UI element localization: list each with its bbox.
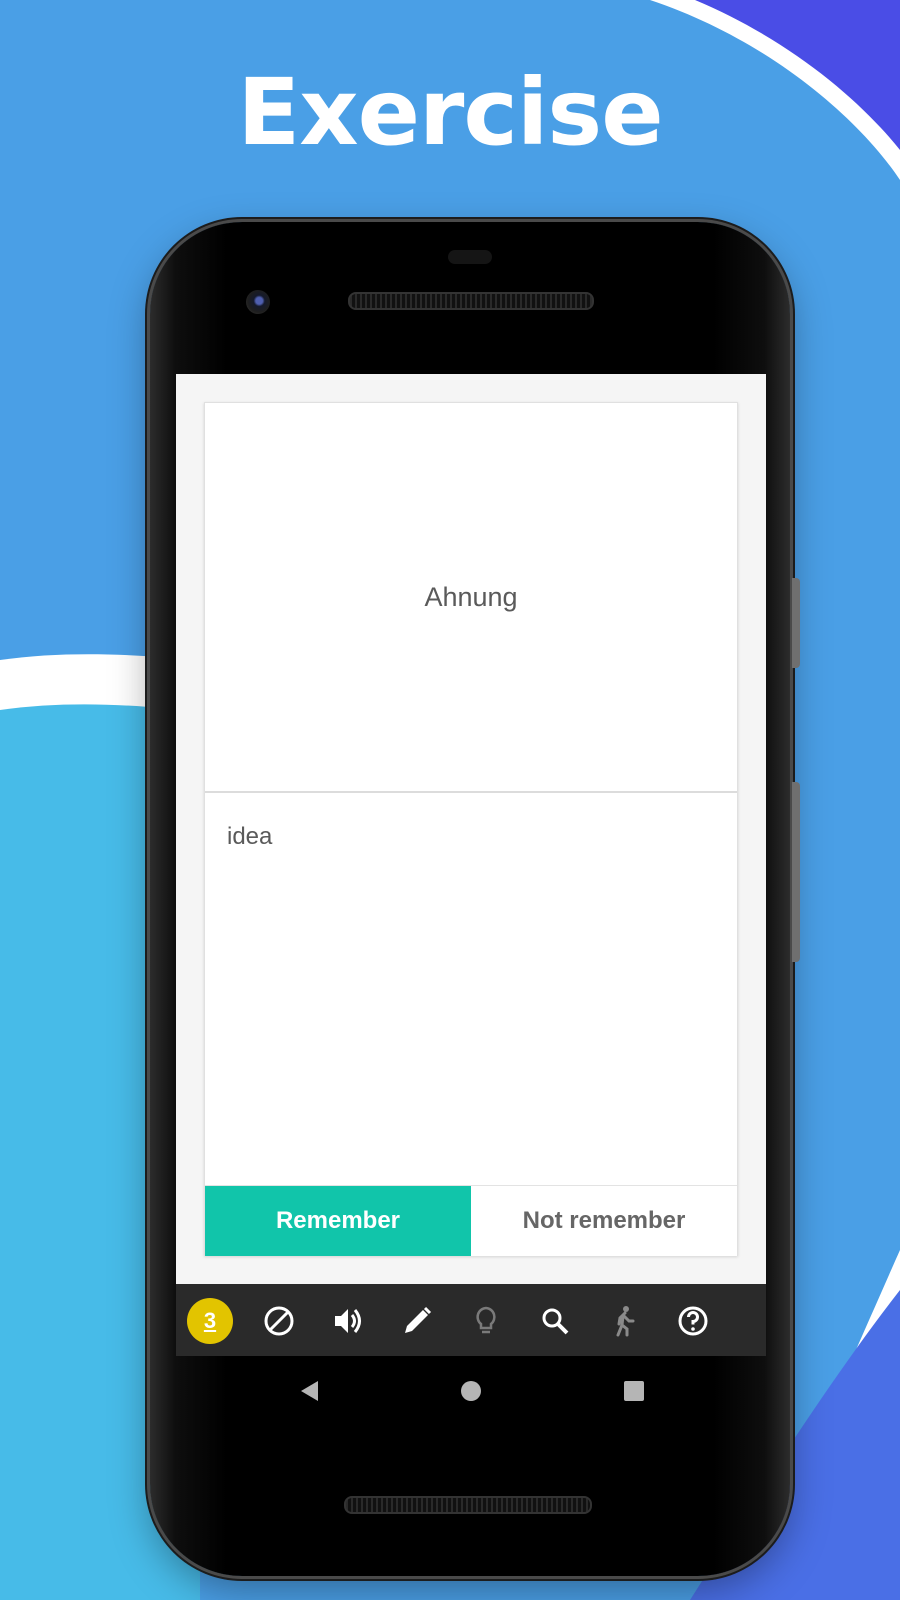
bottom-speaker <box>344 1496 592 1514</box>
promo-title: Exercise <box>237 59 663 166</box>
proximity-sensor <box>448 250 492 264</box>
bottom-toolbar: 3 <box>176 1284 766 1356</box>
home-icon[interactable] <box>456 1376 486 1406</box>
app-screen: Ahnung idea Remember Not remember 3 <box>176 374 766 1356</box>
android-nav-bar <box>176 1356 766 1426</box>
not-remember-button[interactable]: Not remember <box>471 1186 737 1256</box>
answer-buttons: Remember Not remember <box>205 1185 737 1256</box>
volume-rocker <box>792 782 800 962</box>
walk-icon[interactable] <box>601 1298 647 1344</box>
pencil-icon[interactable] <box>394 1298 440 1344</box>
help-icon[interactable] <box>670 1298 716 1344</box>
flashcard: Ahnung idea Remember Not remember <box>204 402 738 1256</box>
remember-button[interactable]: Remember <box>205 1186 471 1256</box>
lightbulb-icon[interactable] <box>463 1298 509 1344</box>
recents-icon[interactable] <box>619 1376 649 1406</box>
count-badge[interactable]: 3 <box>187 1298 233 1344</box>
back-icon[interactable] <box>294 1376 324 1406</box>
search-icon[interactable] <box>532 1298 578 1344</box>
volume-icon[interactable] <box>325 1298 371 1344</box>
block-icon[interactable] <box>256 1298 302 1344</box>
top-speaker <box>348 292 594 310</box>
front-camera-icon <box>246 290 270 314</box>
card-meaning: idea <box>227 823 273 850</box>
power-button <box>792 578 800 668</box>
card-term: Ahnung <box>424 581 518 612</box>
card-divider <box>205 791 737 793</box>
